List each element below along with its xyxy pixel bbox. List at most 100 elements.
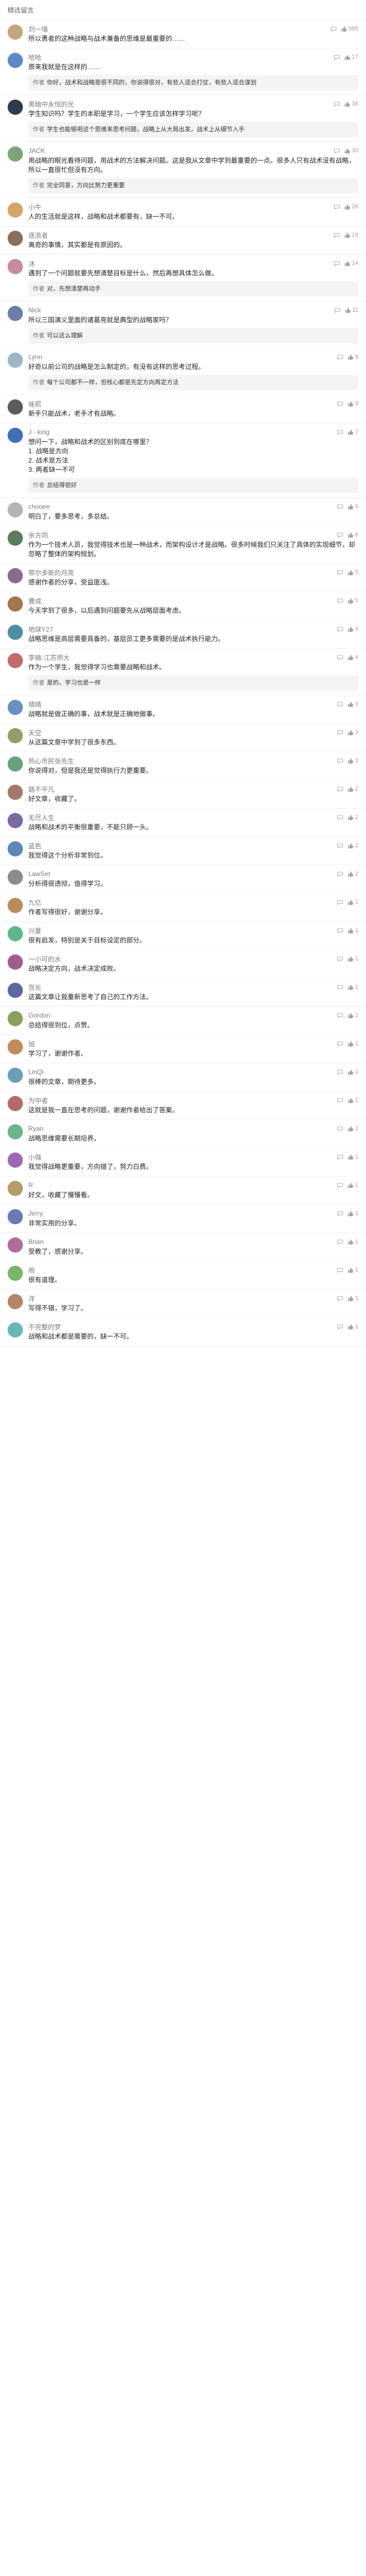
avatar[interactable] — [8, 841, 23, 856]
avatar[interactable] — [8, 399, 23, 415]
comment-username[interactable]: Ryan — [28, 1125, 44, 1132]
like-button[interactable]: 14 — [344, 260, 358, 267]
avatar[interactable] — [8, 1322, 23, 1338]
like-button[interactable]: 6 — [347, 532, 358, 538]
reply-icon[interactable] — [337, 1126, 343, 1132]
reply-icon[interactable] — [334, 204, 340, 210]
reply-icon[interactable] — [337, 701, 343, 707]
like-button[interactable]: 2 — [347, 842, 358, 849]
avatar[interactable] — [8, 202, 23, 218]
comment-username[interactable]: 雨 — [28, 1266, 35, 1275]
avatar[interactable] — [8, 756, 23, 772]
reply-icon[interactable] — [337, 354, 343, 360]
comment-username[interactable]: 无尽人生 — [28, 813, 54, 822]
like-button[interactable]: 1 — [347, 1040, 358, 1047]
like-button[interactable]: 1 — [347, 1012, 358, 1019]
comment-username[interactable]: 不完整的梦 — [28, 1322, 61, 1332]
like-button[interactable]: 5 — [347, 597, 358, 604]
like-button[interactable]: 1 — [347, 1238, 358, 1245]
like-button[interactable]: 1 — [347, 956, 358, 962]
like-button[interactable]: 1 — [347, 1323, 358, 1330]
avatar[interactable] — [8, 259, 23, 274]
comment-username[interactable]: R — [28, 1181, 33, 1189]
comment-username[interactable]: 为中者 — [28, 1096, 48, 1105]
comment-username[interactable]: Lynn — [28, 353, 42, 361]
comment-username[interactable]: 地球Y27 — [28, 625, 53, 634]
reply-icon[interactable] — [337, 786, 343, 792]
reply-icon[interactable] — [337, 1211, 343, 1217]
reply-icon[interactable] — [337, 598, 343, 604]
avatar[interactable] — [8, 146, 23, 162]
reply-icon[interactable] — [337, 1154, 343, 1160]
avatar[interactable] — [8, 596, 23, 612]
like-button[interactable]: 26 — [344, 204, 358, 210]
comment-username[interactable]: 蓝色 — [28, 841, 41, 851]
avatar[interactable] — [8, 983, 23, 998]
avatar[interactable] — [8, 502, 23, 517]
comment-username[interactable]: 路不平凡 — [28, 785, 54, 794]
like-button[interactable]: 6 — [347, 503, 358, 510]
avatar[interactable] — [8, 568, 23, 583]
like-button[interactable]: 17 — [344, 54, 358, 60]
like-button[interactable]: 1 — [347, 927, 358, 934]
reply-icon[interactable] — [331, 26, 337, 32]
like-button[interactable]: 2 — [347, 786, 358, 792]
reply-icon[interactable] — [337, 1239, 343, 1245]
comment-username[interactable]: 逐浪者 — [28, 231, 48, 240]
comment-username[interactable]: Nick — [28, 306, 41, 314]
like-button[interactable]: 1 — [347, 899, 358, 905]
like-button[interactable]: 1 — [347, 1069, 358, 1075]
like-button[interactable]: 2 — [347, 814, 358, 821]
avatar[interactable] — [8, 1209, 23, 1224]
avatar[interactable] — [8, 1181, 23, 1196]
reply-icon[interactable] — [337, 655, 343, 661]
reply-icon[interactable] — [337, 1182, 343, 1188]
avatar[interactable] — [8, 428, 23, 443]
comment-username[interactable]: 余方同 — [28, 531, 48, 540]
avatar[interactable] — [8, 1124, 23, 1139]
reply-icon[interactable] — [334, 232, 340, 238]
reply-icon[interactable] — [337, 1296, 343, 1302]
like-button[interactable]: 19 — [344, 232, 358, 238]
avatar[interactable] — [8, 353, 23, 368]
avatar[interactable] — [8, 870, 23, 885]
avatar[interactable] — [8, 813, 23, 828]
comment-username[interactable]: 晴晴 — [28, 700, 41, 709]
comment-username[interactable]: 一小可的水 — [28, 954, 61, 964]
comment-username[interactable]: LinQi — [28, 1068, 44, 1076]
reply-icon[interactable] — [334, 307, 340, 313]
avatar[interactable] — [8, 24, 23, 40]
like-button[interactable]: 36 — [344, 101, 358, 107]
comment-username[interactable]: 洋 — [28, 1294, 35, 1303]
like-button[interactable]: 1 — [347, 984, 358, 990]
avatar[interactable] — [8, 625, 23, 640]
reply-icon[interactable] — [337, 1267, 343, 1273]
like-button[interactable]: 7 — [347, 429, 358, 435]
reply-icon[interactable] — [337, 815, 343, 821]
reply-icon[interactable] — [337, 758, 343, 764]
reply-icon[interactable] — [337, 730, 343, 736]
comment-username[interactable]: Jerry — [28, 1210, 43, 1217]
like-button[interactable]: 3 — [347, 757, 358, 764]
reply-icon[interactable] — [337, 928, 343, 934]
like-button[interactable]: 985 — [341, 26, 358, 32]
like-button[interactable]: 1 — [347, 1267, 358, 1273]
avatar[interactable] — [8, 231, 23, 246]
like-button[interactable]: 1 — [347, 1125, 358, 1132]
like-button[interactable]: 1 — [347, 1182, 358, 1188]
reply-icon[interactable] — [337, 401, 343, 407]
avatar[interactable] — [8, 700, 23, 715]
comment-username[interactable]: 小牛 — [28, 202, 41, 212]
avatar[interactable] — [8, 306, 23, 321]
avatar[interactable] — [8, 53, 23, 68]
like-button[interactable]: 1 — [347, 1210, 358, 1217]
comment-username[interactable]: 咏熙 — [28, 399, 41, 409]
reply-icon[interactable] — [334, 261, 340, 267]
reply-icon[interactable] — [337, 956, 343, 962]
comment-username[interactable]: 小强 — [28, 1153, 41, 1162]
like-button[interactable]: 30 — [344, 147, 358, 154]
reply-icon[interactable] — [337, 570, 343, 576]
comment-username[interactable]: LawSet — [28, 870, 50, 878]
like-button[interactable]: 5 — [347, 569, 358, 576]
avatar[interactable] — [8, 1294, 23, 1309]
